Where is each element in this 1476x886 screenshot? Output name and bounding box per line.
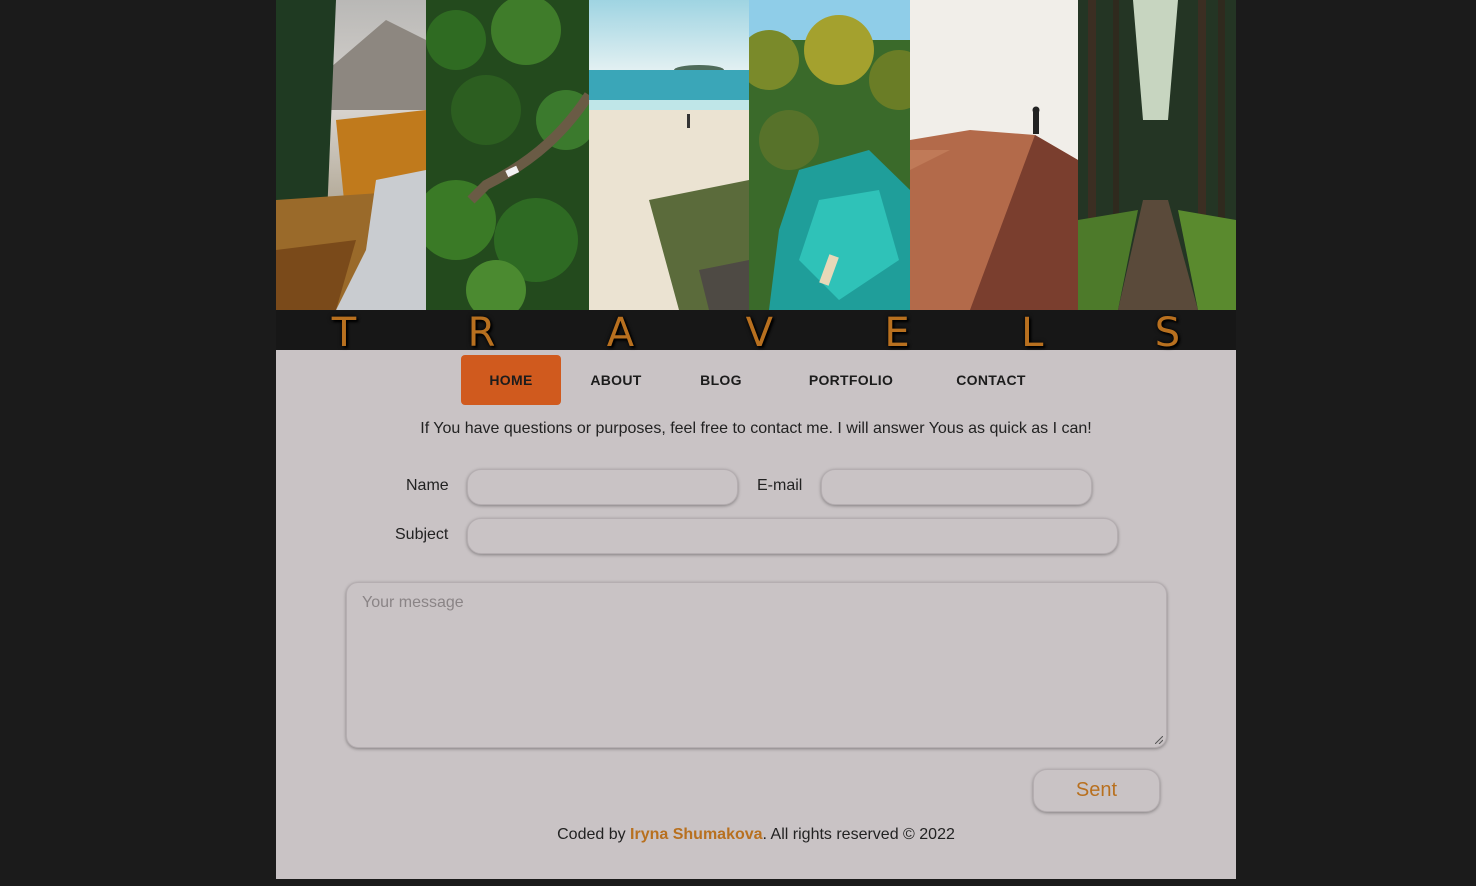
forest-path-photo: [1078, 0, 1236, 310]
footer: Coded by Iryna Shumakova. All rights res…: [276, 826, 1236, 844]
name-label: Name: [406, 477, 449, 494]
footer-suffix: . All rights reserved © 2022: [762, 826, 955, 843]
nav-blog[interactable]: BLOG: [676, 355, 766, 405]
main-nav: HOME ABOUT BLOG PORTFOLIO CONTACT: [276, 355, 1236, 405]
contact-intro: If You have questions or purposes, feel …: [420, 420, 1092, 437]
title-letter: V: [745, 310, 773, 356]
title-letter: L: [1021, 310, 1044, 356]
subject-field[interactable]: [467, 518, 1118, 554]
message-placeholder: Your message: [362, 594, 464, 611]
subject-label: Subject: [395, 526, 449, 543]
photo-banner: [276, 0, 1236, 310]
title-letter: R: [467, 310, 496, 356]
title-letter: E: [884, 310, 910, 356]
title-letter: S: [1154, 310, 1181, 356]
send-button[interactable]: Sent: [1033, 769, 1160, 812]
title-letter: T: [331, 310, 357, 356]
tropical-lagoon-photo: [749, 0, 910, 310]
name-field[interactable]: [467, 469, 738, 505]
desert-dune-photo: [910, 0, 1078, 310]
email-field[interactable]: [821, 469, 1092, 505]
message-textarea[interactable]: Your message: [346, 582, 1167, 748]
nav-portfolio[interactable]: PORTFOLIO: [786, 355, 916, 405]
mountain-forest-photo: [276, 0, 426, 310]
title-letter: A: [606, 310, 635, 356]
footer-prefix: Coded by: [557, 826, 631, 843]
site-title: T R A V E L S: [276, 310, 1236, 356]
nav-contact[interactable]: CONTACT: [936, 355, 1046, 405]
nav-about[interactable]: ABOUT: [566, 355, 666, 405]
email-label: E-mail: [757, 477, 803, 494]
aerial-forest-road-photo: [426, 0, 589, 310]
resize-grip-icon[interactable]: [1155, 736, 1163, 744]
author-link[interactable]: Iryna Shumakova: [630, 826, 763, 843]
nav-home[interactable]: HOME: [461, 355, 561, 405]
beach-photo: [589, 0, 749, 310]
page-container: T R A V E L S HOME ABOUT BLOG PORTFOLIO …: [276, 0, 1236, 879]
